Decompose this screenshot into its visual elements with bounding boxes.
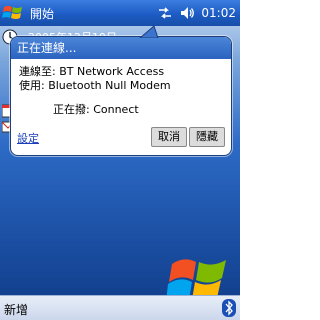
windows-flag-icon [2, 6, 22, 19]
system-tray: 01:02 [157, 4, 236, 22]
notification-body: 連線至: BT Network Access 使用: Bluetooth Nul… [11, 59, 231, 155]
new-softkey[interactable]: 新增 [4, 301, 28, 318]
settings-link[interactable]: 設定 [17, 130, 39, 146]
notification-title: 正在連線... [11, 37, 231, 59]
hide-button[interactable]: 隱藏 [189, 127, 225, 147]
bluetooth-icon[interactable] [222, 299, 236, 317]
connect-to-text: 連線至: BT Network Access [19, 65, 165, 78]
clock[interactable]: 01:02 [201, 6, 236, 20]
dialing-text: 正在撥: Connect [53, 103, 139, 116]
bubble-tail [139, 26, 159, 38]
today-screen: 開始 01:02 2005年12月19日 正在 [0, 0, 240, 320]
start-button[interactable] [2, 3, 24, 23]
softkey-bar: 新增 [0, 295, 240, 320]
cancel-button[interactable]: 取消 [151, 127, 187, 147]
speaker-icon[interactable] [179, 5, 195, 21]
start-label[interactable]: 開始 [30, 5, 54, 22]
connectivity-arrows-icon[interactable] [157, 5, 173, 21]
connection-notification-bubble: 正在連線... 連線至: BT Network Access 使用: Bluet… [10, 36, 232, 156]
using-device-text: 使用: Bluetooth Null Modem [19, 79, 171, 92]
taskbar: 開始 01:02 [0, 0, 240, 26]
